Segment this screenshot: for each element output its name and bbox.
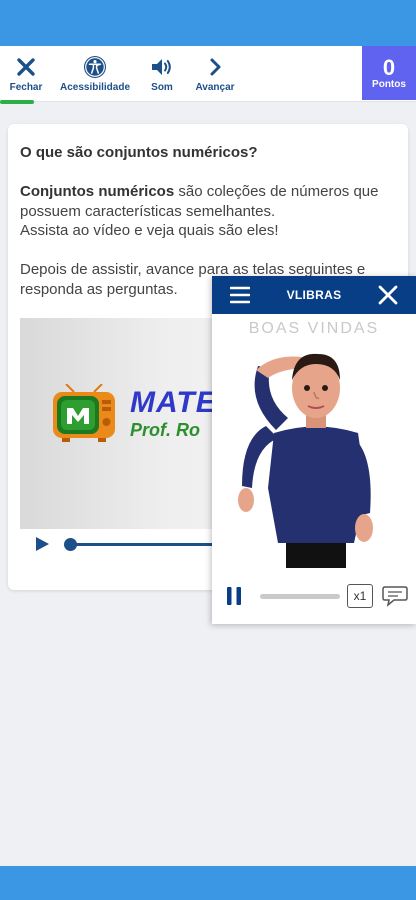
vlibras-caption: BOAS VINDAS: [248, 320, 380, 337]
vlibras-progress-slider[interactable]: [260, 594, 340, 599]
accessibility-button[interactable]: Acessibilidade: [58, 46, 132, 102]
accessibility-icon: [84, 56, 106, 78]
vlibras-header: VLIBRAS: [212, 276, 416, 314]
lesson-intro: Conjuntos numéricos são coleções de núme…: [20, 182, 390, 241]
close-button[interactable]: Fechar: [8, 46, 44, 102]
top-toolbar: Fechar Acessibilidade Som Avançar: [0, 46, 416, 102]
pause-icon[interactable]: [226, 586, 242, 606]
status-bar: [0, 0, 416, 46]
lesson-title: O que são conjuntos numéricos?: [20, 144, 258, 161]
close-label: Fechar: [9, 82, 43, 93]
video-progress-knob[interactable]: [64, 538, 77, 551]
points-value: 0: [382, 54, 396, 80]
sign-language-avatar: [238, 353, 373, 568]
vlibras-speed-button[interactable]: x1: [347, 584, 373, 608]
lesson-intro-line2: Assista ao vídeo e veja quais são eles!: [20, 222, 279, 239]
vlibras-controls: x1: [212, 576, 416, 616]
sound-label: Som: [151, 82, 173, 93]
active-tab-indicator: [0, 100, 34, 104]
volume-icon: [152, 59, 171, 75]
bottom-bar: [0, 866, 416, 900]
chat-bubble-icon[interactable]: [382, 584, 408, 608]
video-brand-title: MATE: [130, 386, 217, 419]
points-label: Pontos: [372, 78, 406, 90]
play-icon[interactable]: [34, 536, 50, 552]
close-icon[interactable]: [378, 285, 398, 305]
vlibras-widget: VLIBRAS BOAS VINDAS x1: [212, 276, 416, 624]
next-label: Avançar: [195, 82, 235, 93]
close-icon: [17, 58, 35, 76]
points-badge: 0 Pontos: [362, 46, 416, 100]
chevron-right-icon: [210, 58, 221, 76]
video-brand-subtitle: Prof. Ro: [130, 420, 200, 440]
tv-logo-icon: [53, 384, 115, 442]
accessibility-label: Acessibilidade: [59, 82, 131, 93]
sound-button[interactable]: Som: [144, 46, 180, 102]
next-button[interactable]: Avançar: [192, 46, 238, 102]
lesson-intro-bold: Conjuntos numéricos: [20, 183, 175, 200]
